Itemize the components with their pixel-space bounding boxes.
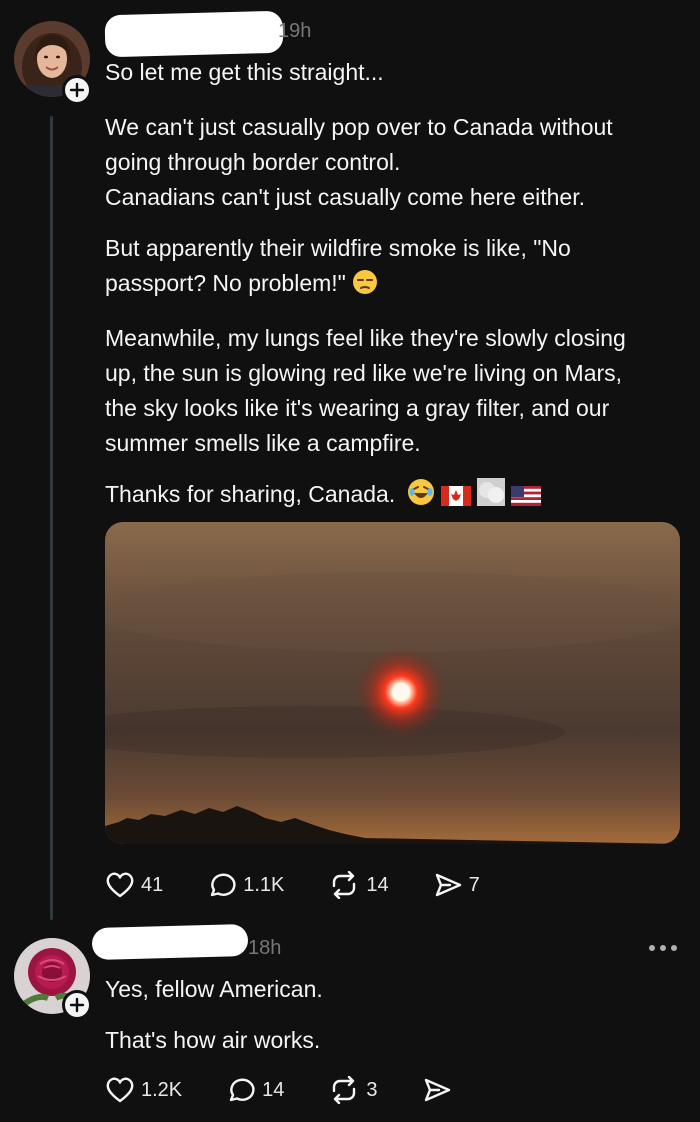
share-button[interactable] bbox=[422, 1076, 458, 1104]
like-count: 41 bbox=[141, 873, 164, 896]
reply-button[interactable]: 1.1K bbox=[207, 871, 284, 899]
thread-line bbox=[50, 116, 53, 920]
redacted-username bbox=[104, 10, 284, 58]
comment-icon bbox=[211, 873, 236, 897]
post-text-fragment: Thanks for sharing, Canada. bbox=[105, 481, 396, 507]
unamused-face-icon bbox=[352, 269, 378, 305]
repost-count: 3 bbox=[366, 1078, 378, 1101]
reply-actions: 1.2K 14 3 bbox=[105, 1073, 502, 1107]
plus-icon bbox=[69, 997, 85, 1013]
heart-icon bbox=[106, 1077, 134, 1103]
reply-count: 14 bbox=[262, 1078, 285, 1101]
like-count: 1.2K bbox=[141, 1078, 183, 1101]
reply-timestamp: 18h bbox=[248, 937, 282, 959]
post-image[interactable] bbox=[105, 522, 680, 844]
heart-icon bbox=[106, 872, 134, 898]
repost-button[interactable]: 3 bbox=[328, 1076, 378, 1104]
like-button[interactable]: 1.2K bbox=[105, 1076, 182, 1104]
more-options-button[interactable] bbox=[646, 938, 680, 958]
post-timestamp: 19h bbox=[278, 20, 312, 42]
repost-count: 14 bbox=[366, 873, 389, 896]
reply-text-line: Yes, fellow American. bbox=[105, 976, 323, 1002]
plus-icon bbox=[69, 82, 85, 98]
post-body: So let me get this straight... We can't … bbox=[105, 55, 690, 516]
post-actions: 41 1.1K 14 7 bbox=[105, 868, 524, 902]
repost-icon bbox=[333, 871, 356, 899]
share-button[interactable]: 7 bbox=[433, 871, 480, 899]
repost-button[interactable]: 14 bbox=[328, 871, 389, 899]
reply-count: 1.1K bbox=[243, 873, 285, 896]
send-icon bbox=[424, 1078, 450, 1102]
laughing-face-icon bbox=[407, 478, 435, 516]
post-text-line: Meanwhile, my lungs feel like they're sl… bbox=[105, 325, 626, 351]
smoke-icon bbox=[477, 478, 506, 516]
post-text-line: summer smells like a campfire. bbox=[105, 430, 421, 456]
comment-icon bbox=[229, 1078, 255, 1102]
redacted-username bbox=[91, 923, 249, 961]
post-text-fragment: passport? No problem!" bbox=[105, 270, 346, 296]
post-text-line: Canadians can't just casually come here … bbox=[105, 184, 585, 210]
post-text-line: But apparently their wildfire smoke is l… bbox=[105, 235, 571, 261]
post-text-line: the sky looks like it's wearing a gray f… bbox=[105, 395, 610, 421]
post-text-line: So let me get this straight... bbox=[105, 59, 384, 85]
post-text-line: We can't just casually pop over to Canad… bbox=[105, 114, 613, 140]
post-text-line: up, the sun is glowing red like we're li… bbox=[105, 360, 623, 386]
post-text-line: going through border control. bbox=[105, 149, 401, 175]
follow-button[interactable] bbox=[62, 990, 92, 1020]
send-icon bbox=[435, 873, 461, 897]
smoky-sunset-photo bbox=[105, 522, 680, 844]
reply-text-line: That's how air works. bbox=[105, 1027, 321, 1053]
share-count: 7 bbox=[468, 873, 480, 896]
post-text-line: passport? No problem!" bbox=[105, 266, 690, 305]
usa-flag-icon bbox=[511, 481, 542, 516]
reply-button[interactable]: 14 bbox=[226, 1076, 284, 1104]
like-button[interactable]: 41 bbox=[105, 871, 163, 899]
more-dots-icon bbox=[649, 945, 677, 951]
post-text-line: Thanks for sharing, Canada. bbox=[105, 477, 690, 516]
follow-button[interactable] bbox=[62, 75, 92, 105]
reply-body: Yes, fellow American. That's how air wor… bbox=[105, 972, 690, 1058]
repost-icon bbox=[333, 1076, 356, 1104]
canada-flag-icon bbox=[441, 481, 472, 516]
